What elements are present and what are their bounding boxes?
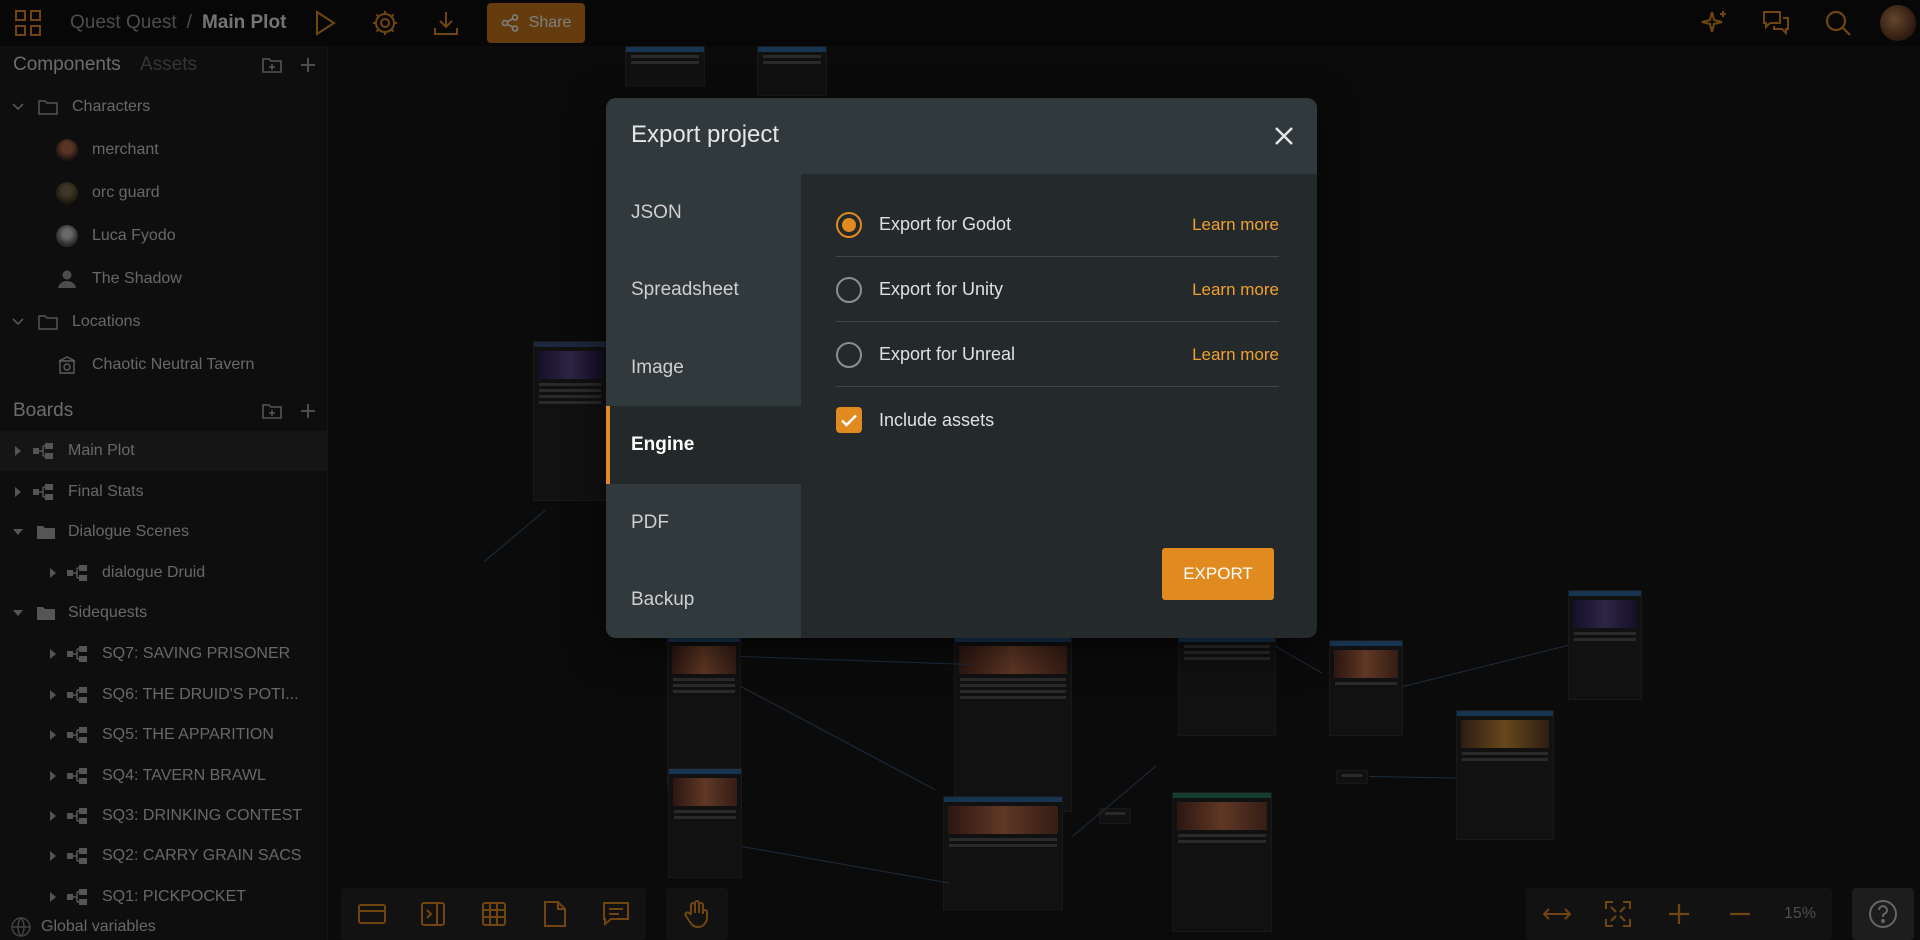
learn-more-link[interactable]: Learn more (1192, 280, 1279, 300)
unity-radio[interactable] (836, 276, 862, 303)
engine-export-panel: Export for Godot Learn more Export for U… (801, 174, 1317, 638)
tab-pdf[interactable]: PDF (606, 484, 801, 562)
include-assets-label: Include assets (879, 409, 995, 430)
option-unity[interactable]: Export for Unity Learn more (836, 258, 1279, 322)
option-include-assets[interactable]: Include assets (836, 388, 1279, 452)
tab-json[interactable]: JSON (606, 174, 801, 252)
option-label: Export for Unity (879, 279, 1004, 299)
option-label: Export for Unreal (879, 344, 1016, 364)
option-unreal[interactable]: Export for Unreal Learn more (836, 323, 1279, 387)
option-label: Export for Godot (879, 214, 1012, 234)
option-godot[interactable]: Export for Godot Learn more (836, 193, 1279, 257)
tab-spreadsheet[interactable]: Spreadsheet (606, 251, 801, 329)
check-icon (841, 414, 857, 427)
tab-image[interactable]: Image (606, 329, 801, 407)
close-icon[interactable] (1270, 122, 1298, 150)
include-assets-checkbox[interactable] (836, 407, 862, 433)
export-modal: Export project JSON Spreadsheet Image En… (606, 98, 1317, 638)
modal-title: Export project (631, 121, 780, 148)
tab-engine[interactable]: Engine (606, 406, 801, 484)
modal-header: Export project (606, 98, 1317, 174)
export-button[interactable]: EXPORT (1162, 548, 1274, 600)
export-format-tabs: JSON Spreadsheet Image Engine PDF Backup (606, 174, 801, 638)
learn-more-link[interactable]: Learn more (1192, 345, 1279, 365)
godot-radio[interactable] (836, 211, 862, 238)
learn-more-link[interactable]: Learn more (1192, 215, 1279, 235)
unreal-radio[interactable] (836, 341, 862, 368)
tab-backup[interactable]: Backup (606, 561, 801, 638)
